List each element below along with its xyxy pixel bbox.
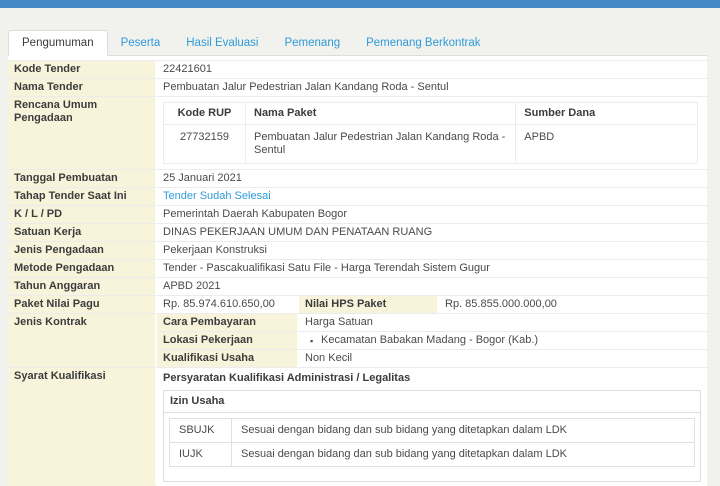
row-tahun-anggaran: Tahun Anggaran APBD 2021	[8, 278, 707, 296]
tab-hasil-evaluasi[interactable]: Hasil Evaluasi	[173, 31, 271, 55]
row-paket-nilai-pagu: Paket Nilai Pagu Rp. 85.974.610.650,00 N…	[8, 296, 707, 314]
nama-tender-label: Nama Tender	[8, 79, 157, 97]
izin-sbujk-value: Sesuai dengan bidang dan sub bidang yang…	[232, 419, 695, 443]
kualifikasi-usaha-value: Non Kecil	[299, 350, 707, 368]
tahun-anggaran-value: APBD 2021	[157, 278, 707, 296]
tender-tabs: Pengumuman Peserta Hasil Evaluasi Pemena…	[8, 30, 707, 56]
cara-pembayaran-value: Harga Satuan	[299, 314, 707, 332]
izin-usaha-box: Izin Usaha SBUJK Sesuai dengan bidang da…	[163, 390, 701, 482]
content-panel: Kode Tender 22421601 Nama Tender Pembuat…	[8, 56, 707, 486]
rup-header-kode: Kode RUP	[164, 103, 246, 125]
izin-iujk-key: IUJK	[170, 443, 232, 467]
tanggal-pembuatan-value: 25 Januari 2021	[157, 170, 707, 188]
rup-header-nama-paket: Nama Paket	[246, 103, 516, 125]
kualifikasi-usaha-label: Kualifikasi Usaha	[157, 350, 299, 368]
izin-row-sbujk: SBUJK Sesuai dengan bidang dan sub bidan…	[170, 419, 695, 443]
metode-pengadaan-value: Tender - Pascakualifikasi Satu File - Ha…	[157, 260, 707, 278]
rup-kode-value: 27732159	[164, 125, 246, 164]
izin-usaha-table: SBUJK Sesuai dengan bidang dan sub bidan…	[169, 418, 695, 467]
tab-pemenang[interactable]: Pemenang	[271, 31, 353, 55]
kode-tender-value: 22421601	[157, 61, 707, 79]
row-tanggal-pembuatan: Tanggal Pembuatan 25 Januari 2021	[8, 170, 707, 188]
row-jenis-pengadaan: Jenis Pengadaan Pekerjaan Konstruksi	[8, 242, 707, 260]
jenis-pengadaan-label: Jenis Pengadaan	[8, 242, 157, 260]
row-kode-tender: Kode Tender 22421601	[8, 61, 707, 79]
tab-peserta[interactable]: Peserta	[108, 31, 174, 55]
nilai-hps-label: Nilai HPS Paket	[299, 296, 439, 314]
row-klpd: K / L / PD Pemerintah Daerah Kabupaten B…	[8, 206, 707, 224]
tender-detail-table: Kode Tender 22421601 Nama Tender Pembuat…	[8, 60, 707, 486]
paket-nilai-pagu-label: Paket Nilai Pagu	[8, 296, 157, 314]
paket-nilai-pagu-value: Rp. 85.974.610.650,00	[157, 296, 299, 314]
rup-table: Kode RUP Nama Paket Sumber Dana 27732159…	[163, 102, 698, 164]
syarat-kualifikasi-label: Syarat Kualifikasi	[8, 368, 157, 486]
kode-tender-label: Kode Tender	[8, 61, 157, 79]
row-satuan-kerja: Satuan Kerja DINAS PEKERJAAN UMUM DAN PE…	[8, 224, 707, 242]
rup-nama-paket-value: Pembuatan Jalur Pedestrian Jalan Kandang…	[246, 125, 516, 164]
tanggal-pembuatan-label: Tanggal Pembuatan	[8, 170, 157, 188]
satuan-kerja-value: DINAS PEKERJAAN UMUM DAN PENATAAN RUANG	[157, 224, 707, 242]
rup-data-row: 27732159 Pembuatan Jalur Pedestrian Jala…	[164, 125, 698, 164]
row-syarat-kualifikasi: Syarat Kualifikasi Persyaratan Kualifika…	[8, 368, 707, 486]
lokasi-pekerjaan-value: Kecamatan Babakan Madang - Bogor (Kab.)	[305, 334, 701, 347]
tahap-tender-link[interactable]: Tender Sudah Selesai	[163, 190, 271, 202]
izin-row-iujk: IUJK Sesuai dengan bidang dan sub bidang…	[170, 443, 695, 467]
nilai-hps-value: Rp. 85.855.000.000,00	[439, 296, 707, 314]
tahun-anggaran-label: Tahun Anggaran	[8, 278, 157, 296]
lokasi-pekerjaan-cell: Kecamatan Babakan Madang - Bogor (Kab.)	[299, 332, 707, 350]
metode-pengadaan-label: Metode Pengadaan	[8, 260, 157, 278]
tender-detail-page: Pengumuman Peserta Hasil Evaluasi Pemena…	[8, 30, 707, 486]
rup-label: Rencana Umum Pengadaan	[8, 97, 157, 170]
row-nama-tender: Nama Tender Pembuatan Jalur Pedestrian J…	[8, 79, 707, 97]
tab-pengumuman[interactable]: Pengumuman	[8, 30, 108, 56]
rup-sumber-dana-value: APBD	[516, 125, 698, 164]
app-header-bar	[0, 0, 720, 8]
cara-pembayaran-label: Cara Pembayaran	[157, 314, 299, 332]
klpd-value: Pemerintah Daerah Kabupaten Bogor	[157, 206, 707, 224]
jenis-kontrak-label: Jenis Kontrak	[8, 314, 157, 368]
izin-usaha-title: Izin Usaha	[164, 391, 700, 413]
izin-iujk-value: Sesuai dengan bidang dan sub bidang yang…	[232, 443, 695, 467]
rup-cell: Kode RUP Nama Paket Sumber Dana 27732159…	[157, 97, 707, 170]
rup-header-sumber-dana: Sumber Dana	[516, 103, 698, 125]
jenis-pengadaan-value: Pekerjaan Konstruksi	[157, 242, 707, 260]
syarat-kualifikasi-cell: Persyaratan Kualifikasi Administrasi / L…	[157, 368, 707, 486]
row-cara-pembayaran: Jenis Kontrak Cara Pembayaran Harga Satu…	[8, 314, 707, 332]
tahap-tender-cell: Tender Sudah Selesai	[157, 188, 707, 206]
izin-usaha-body: SBUJK Sesuai dengan bidang dan sub bidan…	[164, 413, 700, 481]
izin-sbujk-key: SBUJK	[170, 419, 232, 443]
syarat-section-title: Persyaratan Kualifikasi Administrasi / L…	[163, 370, 701, 390]
rup-header-row: Kode RUP Nama Paket Sumber Dana	[164, 103, 698, 125]
tahap-tender-label: Tahap Tender Saat Ini	[8, 188, 157, 206]
row-metode-pengadaan: Metode Pengadaan Tender - Pascakualifika…	[8, 260, 707, 278]
row-rencana-umum-pengadaan: Rencana Umum Pengadaan Kode RUP Nama Pak…	[8, 97, 707, 170]
lokasi-pekerjaan-label: Lokasi Pekerjaan	[157, 332, 299, 350]
nama-tender-value: Pembuatan Jalur Pedestrian Jalan Kandang…	[157, 79, 707, 97]
tab-pemenang-berkontrak[interactable]: Pemenang Berkontrak	[353, 31, 493, 55]
satuan-kerja-label: Satuan Kerja	[8, 224, 157, 242]
klpd-label: K / L / PD	[8, 206, 157, 224]
row-tahap-tender: Tahap Tender Saat Ini Tender Sudah Seles…	[8, 188, 707, 206]
